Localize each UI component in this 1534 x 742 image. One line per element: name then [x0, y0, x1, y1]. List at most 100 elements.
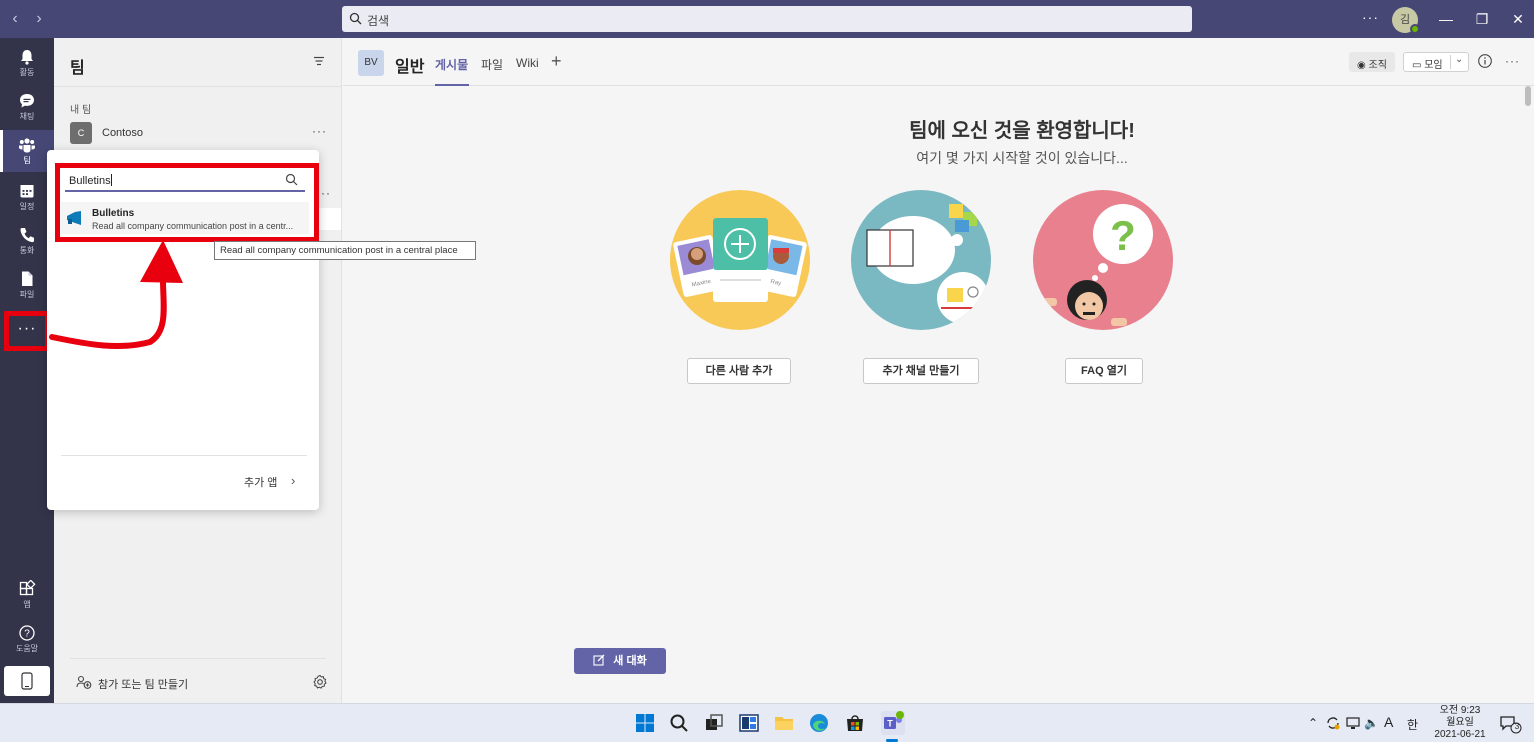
selected-channel-row[interactable]	[319, 208, 341, 230]
app-description-tooltip: Read all company communication post in a…	[214, 241, 476, 260]
more-options-icon[interactable]: ···	[1362, 9, 1379, 25]
tab-files[interactable]: 파일	[481, 56, 503, 73]
welcome-subtitle: 여기 몇 가지 시작할 것이 있습니다...	[916, 150, 1128, 166]
file-explorer-icon[interactable]	[773, 712, 795, 734]
search-input[interactable]: 검색	[342, 6, 1192, 32]
task-view-icon[interactable]	[703, 712, 725, 734]
open-faq-button[interactable]: FAQ 열기	[1065, 358, 1143, 384]
join-or-create-team-button[interactable]: 참가 또는 팀 만들기	[76, 674, 336, 692]
sync-icon[interactable]	[1326, 716, 1340, 730]
search-icon[interactable]	[668, 712, 690, 734]
rail-label: 활동	[19, 68, 35, 77]
network-icon[interactable]	[1346, 717, 1360, 730]
mobile-device-button[interactable]	[4, 666, 50, 696]
tab-posts[interactable]: 게시물	[435, 56, 468, 73]
avatar[interactable]: 김	[1392, 7, 1420, 34]
search-icon	[349, 12, 362, 25]
windows-taskbar: T ⌃ 🔈 A 한 오전 9:23 월요일 2021-06-21 3	[0, 703, 1534, 742]
divider	[61, 455, 307, 456]
search-placeholder: 검색	[367, 14, 390, 28]
rail-item-chat[interactable]: 채팅	[0, 86, 54, 126]
more-apps-link[interactable]: 추가 앱	[244, 474, 277, 490]
rail-label: 도움말	[15, 644, 39, 653]
maximize-icon[interactable]: ❐	[1472, 9, 1492, 29]
rail-item-teams[interactable]: 팀	[0, 130, 54, 172]
rail-item-calls[interactable]: 통화	[0, 220, 54, 260]
ime-mode-indicator[interactable]: 한	[1407, 716, 1418, 733]
store-icon[interactable]	[844, 712, 866, 734]
add-people-illustration: Maxine Ray	[670, 190, 810, 330]
compose-icon	[593, 654, 605, 666]
minimize-icon[interactable]: —	[1436, 9, 1456, 29]
org-label: 조직	[1368, 60, 1387, 71]
rail-label: 통화	[19, 246, 35, 255]
system-clock[interactable]: 오전 9:23 월요일 2021-06-21	[1430, 705, 1490, 741]
notification-center-button[interactable]: 3	[1500, 716, 1522, 737]
team-avatar: BV	[358, 50, 384, 76]
windows-start-icon[interactable]	[634, 712, 656, 734]
calendar-icon	[20, 185, 34, 198]
meet-button[interactable]: ▭ 모임 ⌄	[1403, 52, 1469, 72]
meet-label: 모임	[1424, 60, 1443, 71]
rail-item-calendar[interactable]: 일정	[0, 176, 54, 216]
org-button[interactable]: ◉ 조직	[1349, 52, 1395, 72]
annotation-highlight-box	[55, 163, 319, 242]
clock-weekday: 월요일	[1446, 717, 1474, 728]
eye-icon: ◉	[1357, 60, 1369, 71]
my-teams-label: 내 팀	[70, 105, 92, 116]
chevron-up-icon[interactable]: ⌃	[1308, 716, 1318, 730]
svg-text:T: T	[887, 719, 893, 729]
rail-item-activity[interactable]: 활동	[0, 42, 54, 82]
apps-flyout: Bulletins Bulletins Read all company com…	[47, 150, 319, 510]
channel-name: 일반	[395, 59, 425, 76]
chat-icon	[20, 94, 34, 108]
mobile-phone-icon	[21, 672, 33, 690]
rail-item-files[interactable]: 파일	[0, 264, 54, 304]
people-cards-illustration: Maxine Ray	[673, 218, 807, 302]
bell-icon	[21, 50, 33, 65]
more-options-icon[interactable]: ···	[1505, 54, 1520, 68]
phone-icon	[20, 228, 34, 243]
back-arrow-icon[interactable]: ‹	[6, 10, 24, 28]
chevron-down-icon[interactable]: ⌄	[1455, 54, 1463, 65]
create-channel-button[interactable]: 추가 채널 만들기	[863, 358, 979, 384]
rail-item-help[interactable]: ? 도움말	[0, 618, 54, 658]
team-name: Contoso	[102, 127, 143, 139]
teams-icon	[19, 138, 35, 153]
ellipsis-icon: ···	[17, 320, 37, 337]
channel-main: BV 일반 게시물 파일 Wiki + ◉ 조직 ▭ 모임 ⌄ ··· 팀에 오…	[343, 38, 1534, 703]
divider	[54, 86, 342, 87]
speaker-icon[interactable]: 🔈	[1364, 716, 1379, 730]
chevron-right-icon[interactable]: ›	[291, 473, 295, 488]
filter-icon[interactable]	[312, 54, 326, 68]
add-people-button[interactable]: 다른 사람 추가	[687, 358, 791, 384]
tab-wiki[interactable]: Wiki	[516, 56, 539, 70]
close-icon[interactable]: ✕	[1508, 9, 1528, 29]
rail-item-apps[interactable]: 앱	[0, 574, 54, 614]
ime-language-indicator[interactable]: A	[1384, 714, 1393, 730]
rail-label: 채팅	[19, 112, 35, 121]
forward-arrow-icon[interactable]: ›	[30, 10, 48, 28]
teams-app-icon[interactable]: T	[880, 710, 906, 736]
welcome-title: 팀에 오신 것을 환영합니다!	[909, 120, 1135, 142]
video-camera-icon: ▭	[1412, 60, 1425, 71]
notebook-illustration	[866, 204, 989, 324]
clock-time: 오전 9:23	[1439, 705, 1481, 716]
info-icon[interactable]	[1477, 53, 1493, 69]
rail-more-apps-button[interactable]: ···	[4, 311, 50, 351]
widgets-icon[interactable]	[738, 712, 760, 734]
question-person-illustration: ?	[1043, 204, 1153, 326]
file-icon	[22, 271, 33, 286]
divider	[70, 658, 326, 659]
add-tab-icon[interactable]: +	[551, 51, 562, 72]
team-more-options-icon[interactable]: ···	[312, 124, 327, 138]
scrollbar[interactable]	[1525, 86, 1531, 106]
new-conversation-button[interactable]: 새 대화	[574, 648, 666, 674]
edge-browser-icon[interactable]	[808, 712, 830, 734]
avatar-initial: 김	[1399, 14, 1411, 26]
rail-label: 일정	[19, 202, 35, 211]
gear-icon[interactable]	[312, 674, 328, 690]
add-people-icon	[76, 675, 92, 689]
team-item-contoso[interactable]: C Contoso ···	[70, 122, 332, 144]
rail-label: 파일	[19, 290, 35, 299]
